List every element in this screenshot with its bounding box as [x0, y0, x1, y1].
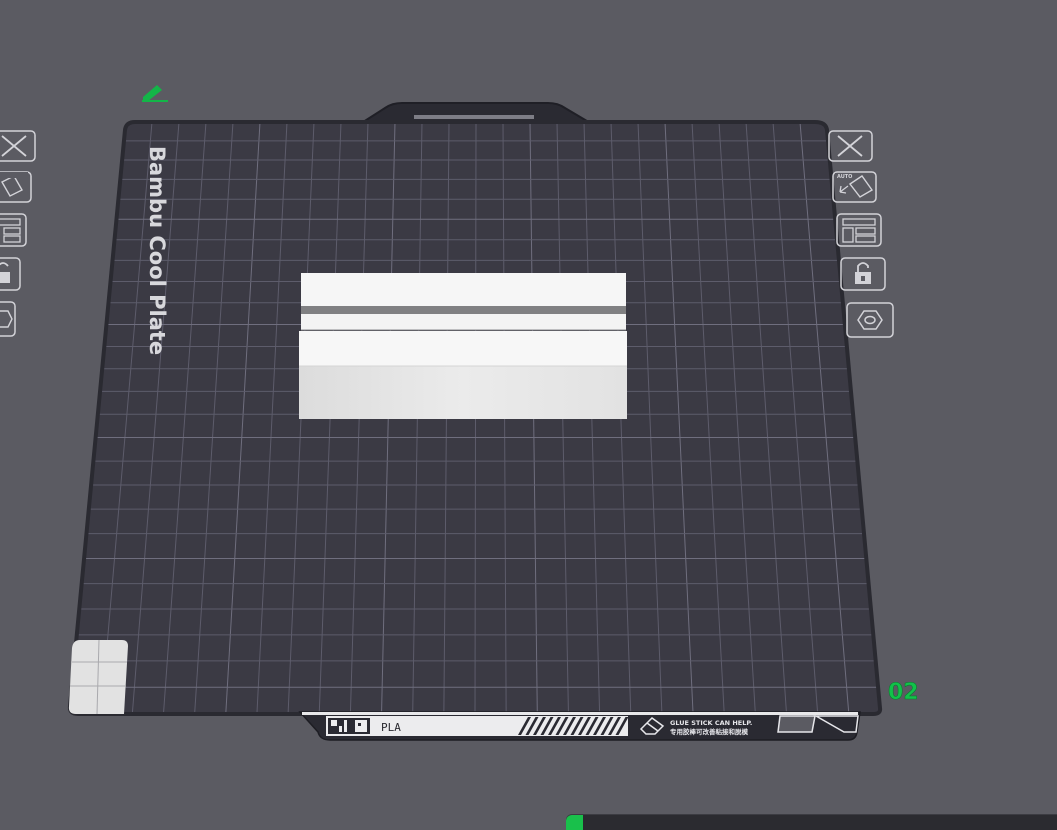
auto-badge: AUTO [837, 174, 852, 180]
glue-note-cn: 专用胶棒可改善粘接和脱模 [670, 727, 749, 736]
plate-corner-marker [68, 639, 128, 715]
edit-plate-icon[interactable] [142, 85, 168, 102]
close-icon[interactable] [0, 130, 36, 162]
handle-slot [414, 115, 534, 119]
close-icon[interactable] [828, 130, 873, 162]
lock-icon[interactable] [0, 257, 21, 291]
arrange-icon[interactable] [836, 213, 882, 247]
auto-orient-icon[interactable]: AUTO [832, 171, 877, 203]
plate-label-strip: PLA GLUE STICK CAN HELP. 专用胶棒可改善粘接和脱模 [298, 711, 861, 741]
settings-hexagon-icon[interactable] [846, 302, 894, 338]
plate-index-label: 02 [888, 680, 919, 705]
settings-hexagon-icon[interactable] [0, 301, 16, 337]
plate-name-label: Bambu Cool Plate [145, 146, 169, 355]
auto-orient-icon[interactable] [0, 171, 32, 203]
slicing-progress-bar [566, 814, 1057, 830]
3d-viewport[interactable]: Bambu Cool Plate PLA GLUE STICK CAN HELP… [0, 0, 1057, 829]
plate-material-label: PLA [381, 721, 401, 734]
model-object[interactable] [299, 273, 627, 419]
glue-note-en: GLUE STICK CAN HELP. [670, 719, 752, 727]
unlock-icon[interactable] [840, 257, 886, 291]
left-plate-toolbar [0, 130, 36, 337]
arrange-icon[interactable] [0, 213, 27, 247]
slicing-progress-fill [566, 815, 583, 830]
